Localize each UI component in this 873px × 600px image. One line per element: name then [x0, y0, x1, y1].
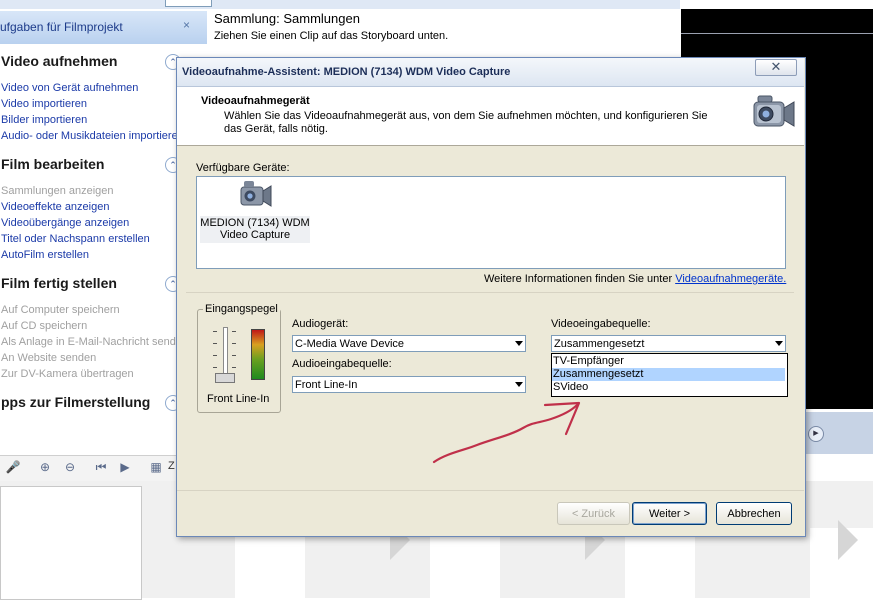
storyboard-cell[interactable]: [430, 528, 500, 598]
slider-tick: [232, 355, 236, 356]
top-strip: [0, 0, 680, 9]
next-button[interactable]: Weiter >: [632, 502, 707, 525]
task-link: Auf CD speichern: [1, 320, 88, 332]
task-link: Zur DV-Kamera übertragen: [1, 368, 134, 380]
task-link[interactable]: AutoFilm erstellen: [1, 249, 89, 261]
close-icon[interactable]: ✕: [755, 59, 797, 76]
device-name-line1: MEDION (7134) WDM: [200, 217, 310, 229]
dropdown-arrow-icon[interactable]: [775, 341, 783, 346]
task-link[interactable]: Videoübergänge anzeigen: [1, 217, 129, 229]
task-link[interactable]: Video von Gerät aufnehmen: [1, 82, 138, 94]
dropdown-arrow-icon[interactable]: [515, 382, 523, 387]
toolbar-label[interactable]: Z: [168, 460, 175, 472]
audio-device-select[interactable]: C-Media Wave Device: [292, 335, 526, 352]
audio-input-value: Front Line-In: [295, 379, 358, 391]
audio-input-select[interactable]: Front Line-In: [292, 376, 526, 393]
transition-arrow-icon: [838, 520, 858, 560]
zoom-in-icon[interactable]: ⊕: [37, 459, 53, 475]
task-link[interactable]: Videoeffekte anzeigen: [1, 201, 109, 213]
collection-subtitle: Ziehen Sie einen Clip auf das Storyboard…: [214, 30, 449, 42]
task-link: Als Anlage in E-Mail-Nachricht senden: [1, 336, 189, 348]
video-camera-icon: [753, 95, 795, 127]
info-prefix: Weitere Informationen finden Sie unter: [484, 273, 676, 285]
video-input-select[interactable]: Zusammengesetzt: [551, 335, 786, 352]
microphone-icon[interactable]: 🎤: [5, 459, 21, 475]
task-link: Auf Computer speichern: [1, 304, 120, 316]
info-text: Weitere Informationen finden Sie unter V…: [484, 273, 786, 285]
separator: [186, 292, 794, 293]
task-pane-close-icon[interactable]: ×: [183, 18, 190, 32]
task-link: Sammlungen anzeigen: [1, 185, 114, 197]
back-button[interactable]: < Zurück: [557, 502, 630, 525]
storyboard-cell[interactable]: [235, 528, 305, 598]
audio-input-label: Audioeingabequelle:: [292, 358, 392, 370]
input-level-caption: Eingangspegel: [203, 303, 280, 315]
slider-tick: [232, 367, 236, 368]
task-link[interactable]: Audio- oder Musikdateien importieren: [1, 130, 184, 142]
play-icon[interactable]: ▶: [117, 459, 133, 475]
task-pane-title: ufgaben für Filmprojekt: [0, 20, 123, 34]
info-link[interactable]: Videoaufnahmegeräte.: [675, 273, 786, 285]
audio-device-value: C-Media Wave Device: [295, 338, 405, 350]
rewind-icon[interactable]: ⏮: [93, 459, 109, 475]
banner-heading: Videoaufnahmegerät: [201, 95, 310, 107]
slider-tick: [213, 331, 217, 332]
banner-description: Wählen Sie das Videoaufnahmegerät aus, v…: [224, 110, 708, 135]
input-level-source: Front Line-In: [207, 393, 270, 405]
dropdown-option-tv[interactable]: TV-Empfänger: [552, 355, 785, 368]
section-title-film-fertig-stellen[interactable]: Film fertig stellen: [1, 275, 117, 291]
section-title-tipps[interactable]: pps zur Filmerstellung: [1, 394, 150, 410]
dropdown-arrow-icon[interactable]: [515, 341, 523, 346]
button-area-separator: [177, 490, 804, 491]
dropdown-option-svideo[interactable]: SVideo: [552, 381, 785, 394]
audio-device-label: Audiogerät:: [292, 318, 349, 330]
dialog-title: Videoaufnahme-Assistent: MEDION (7134) W…: [182, 66, 511, 78]
top-field[interactable]: [165, 0, 212, 7]
zoom-out-icon[interactable]: ⊖: [62, 459, 78, 475]
device-label: MEDION (7134) WDM Video Capture: [200, 216, 310, 243]
task-link[interactable]: Video importieren: [1, 98, 87, 110]
task-link: An Website senden: [1, 352, 97, 364]
device-name-line2: Video Capture: [219, 229, 291, 241]
slider-tick: [213, 355, 217, 356]
section-title-film-bearbeiten[interactable]: Film bearbeiten: [1, 156, 104, 172]
preview-seek-line: [681, 33, 873, 34]
input-level-meter: [251, 329, 265, 380]
input-level-slider-thumb[interactable]: [215, 373, 235, 383]
annotation-arrow-icon: [432, 401, 581, 464]
slider-tick: [232, 343, 236, 344]
slider-tick: [232, 331, 236, 332]
slider-tick: [213, 343, 217, 344]
play-icon[interactable]: ▶: [808, 426, 824, 442]
dropdown-option-composite[interactable]: Zusammengesetzt: [552, 368, 785, 381]
storyboard-clip-slot[interactable]: [0, 486, 142, 600]
cancel-button[interactable]: Abbrechen: [716, 502, 792, 525]
video-input-label: Videoeingabequelle:: [551, 318, 651, 330]
section-title-video-aufnehmen[interactable]: Video aufnehmen: [1, 53, 117, 69]
available-devices-label: Verfügbare Geräte:: [196, 162, 290, 174]
slider-tick: [213, 367, 217, 368]
video-camera-icon: [240, 181, 272, 207]
task-link[interactable]: Titel oder Nachspann erstellen: [1, 233, 150, 245]
collection-title: Sammlung: Sammlungen: [214, 11, 360, 26]
task-link[interactable]: Bilder importieren: [1, 114, 87, 126]
storyboard-cell[interactable]: [625, 528, 695, 598]
video-input-value: Zusammengesetzt: [554, 338, 645, 350]
timeline-icon[interactable]: ▦: [148, 459, 164, 475]
